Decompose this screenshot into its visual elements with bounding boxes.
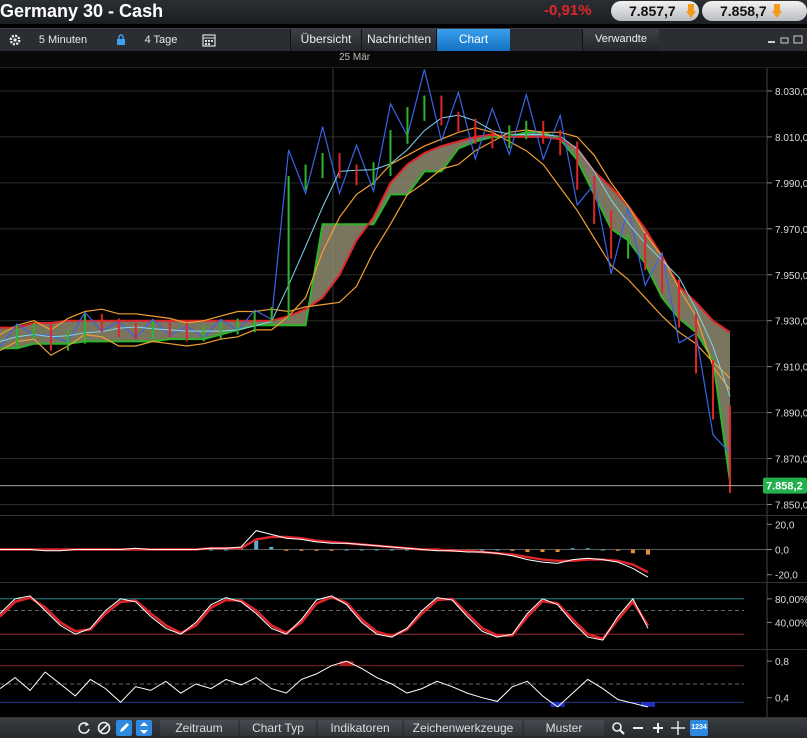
macd-histogram-bar <box>525 549 530 553</box>
price-tick-label: 7.870,0 <box>775 455 807 466</box>
macd-panel[interactable]: 20,0 0,0 -20,0 <box>0 516 807 584</box>
lock-icon[interactable] <box>116 34 126 46</box>
ask-price-button[interactable]: 7.858,7 <box>702 1 807 21</box>
tab-chart[interactable]: Chart <box>436 29 510 51</box>
macd-histogram-bar <box>299 549 304 551</box>
settings-gear-icon[interactable] <box>8 33 22 47</box>
stochastic-tick-label: 40,00% <box>775 618 807 629</box>
price-down-arrow-icon <box>686 4 696 18</box>
macd-histogram-bar <box>555 549 560 553</box>
tab-news[interactable]: Nachrichten <box>361 29 436 51</box>
date-label: 25 Mär <box>339 52 371 63</box>
price-tick-label: 7.890,0 <box>775 409 807 420</box>
zoom-out-icon[interactable] <box>630 720 646 736</box>
macd-histogram-bar <box>570 548 575 550</box>
price-tick-label: 7.950,0 <box>775 271 807 282</box>
scroll-arrows-icon[interactable] <box>136 720 152 736</box>
price-tick-label: 8.030,0 <box>775 87 807 98</box>
macd-histogram-bar <box>389 549 394 551</box>
macd-tick-label: -20,0 <box>775 571 798 582</box>
macd-histogram-bar <box>374 549 379 551</box>
macd-tick-label: 0,0 <box>775 546 789 557</box>
interval-selector[interactable]: 5 Minuten <box>28 29 98 51</box>
macd-histogram-bar <box>224 549 229 551</box>
title-bar: Germany 30 - Cash -0,91% 7.857,7 7.858,7 <box>0 0 807 24</box>
pen-icon[interactable] <box>116 720 132 736</box>
price-tick-label: 7.930,0 <box>775 317 807 328</box>
macd-histogram-bar <box>510 549 515 551</box>
macd-histogram-bar <box>585 548 590 550</box>
window-controls-icon[interactable] <box>767 35 805 45</box>
stochastic-background <box>0 583 807 650</box>
macd-histogram-bar <box>480 549 485 551</box>
oscillator-panel[interactable]: 0,8 0,4 <box>0 650 807 718</box>
macd-tick-label: 20,0 <box>775 520 795 531</box>
refresh-icon[interactable] <box>76 720 92 736</box>
ask-price: 7.858,7 <box>720 3 767 19</box>
price-panel[interactable]: 8.030,0 8.010,0 7.990,0 7.970,0 7.950,0 7.930… <box>0 68 807 517</box>
tab-overview[interactable]: Übersicht <box>290 29 361 51</box>
related-button[interactable]: Verwandte <box>582 29 659 51</box>
stochastic-tick-label: 80,00% <box>775 595 807 606</box>
macd-histogram-bar <box>359 549 364 551</box>
period-button[interactable]: Zeitraum <box>160 720 238 736</box>
stochastic-panel[interactable]: 80,00% 40,00% <box>0 583 807 651</box>
price-tick-label: 7.910,0 <box>775 363 807 374</box>
bid-price: 7.857,7 <box>629 3 676 19</box>
price-tick-label: 7.990,0 <box>775 179 807 190</box>
macd-histogram-bar <box>344 549 349 551</box>
no-entry-icon[interactable] <box>96 720 112 736</box>
chart-type-button[interactable]: Chart Typ <box>240 720 316 736</box>
numeric-values-button[interactable]: 1234 <box>690 720 708 736</box>
macd-histogram-bar <box>254 540 259 550</box>
oscillator-tick-label: 0,4 <box>775 694 789 705</box>
price-tick-label: 7.850,0 <box>775 501 807 512</box>
price-tick-label: 8.010,0 <box>775 133 807 144</box>
chart-toolbar: 5 Minuten 4 Tage Übersicht Nachrichten C… <box>0 28 807 52</box>
macd-histogram-bar <box>646 549 650 555</box>
price-down-arrow-icon-2 <box>772 4 782 18</box>
macd-histogram-bar <box>630 549 635 554</box>
crosshair-icon[interactable] <box>670 720 686 736</box>
indicators-button[interactable]: Indikatoren <box>318 720 402 736</box>
macd-histogram-bar <box>404 549 409 551</box>
drawing-tools-button[interactable]: Zeichenwerkzeuge <box>404 720 522 736</box>
bid-price-button[interactable]: 7.857,7 <box>611 1 699 21</box>
macd-histogram-bar <box>540 549 545 553</box>
chart-area[interactable]: 8.030,0 8.010,0 7.990,0 7.970,0 7.950,0 7.930… <box>0 68 807 718</box>
range-selector[interactable]: 4 Tage <box>132 29 190 51</box>
current-price-label: 7.858,2 <box>766 481 803 493</box>
oscillator-tick-label: 0,8 <box>775 657 789 668</box>
calendar-icon[interactable] <box>202 33 216 47</box>
instrument-title: Germany 30 - Cash <box>0 1 164 21</box>
macd-histogram-bar <box>269 546 274 550</box>
patterns-button[interactable]: Muster <box>524 720 604 736</box>
macd-histogram-bar <box>314 549 319 551</box>
zoom-icon[interactable] <box>610 720 626 736</box>
macd-histogram-bar <box>615 549 620 551</box>
bottom-toolbar: Zeitraum Chart Typ Indikatoren Zeichenwe… <box>0 718 807 738</box>
macd-histogram-bar <box>495 549 500 551</box>
date-axis-bar: 25 Mär <box>0 51 807 68</box>
macd-histogram-bar <box>600 549 605 551</box>
macd-histogram-bar <box>284 549 289 551</box>
price-tick-label: 7.970,0 <box>775 225 807 236</box>
zoom-in-icon[interactable] <box>650 720 666 736</box>
percent-change: -0,91% <box>544 2 592 19</box>
macd-histogram-bar <box>208 549 213 551</box>
macd-histogram-bar <box>329 549 334 551</box>
